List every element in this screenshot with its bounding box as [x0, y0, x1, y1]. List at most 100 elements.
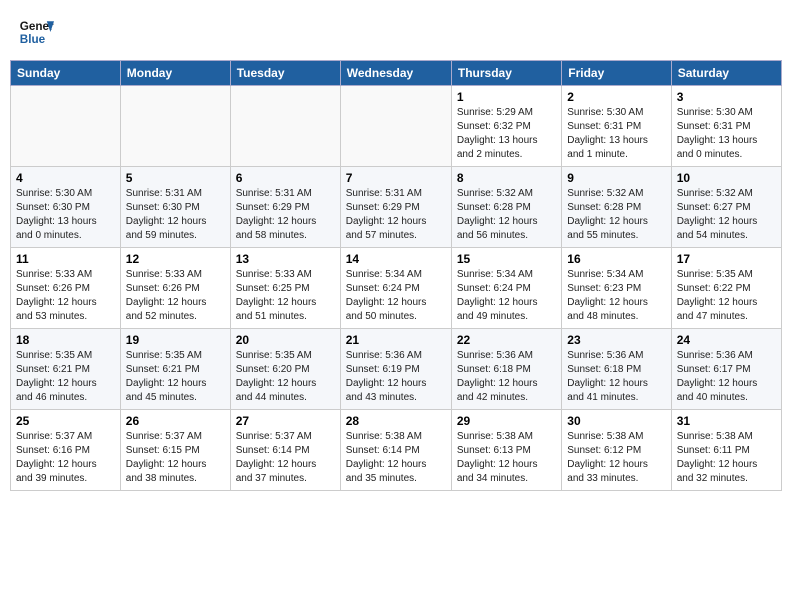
- calendar-cell: 1Sunrise: 5:29 AM Sunset: 6:32 PM Daylig…: [451, 86, 561, 167]
- calendar-cell: 14Sunrise: 5:34 AM Sunset: 6:24 PM Dayli…: [340, 248, 451, 329]
- day-info: Sunrise: 5:35 AM Sunset: 6:21 PM Dayligh…: [126, 349, 225, 405]
- day-info: Sunrise: 5:34 AM Sunset: 6:23 PM Dayligh…: [567, 268, 665, 324]
- day-info: Sunrise: 5:36 AM Sunset: 6:17 PM Dayligh…: [677, 349, 776, 405]
- calendar-cell: 9 Sunrise: 5:32 AM Sunset: 6:28 PM Daylig…: [562, 167, 671, 248]
- day-number: 25: [16, 414, 115, 428]
- day-info: Sunrise: 5:36 AM Sunset: 6:18 PM Dayligh…: [567, 349, 665, 405]
- day-info: Sunrise: 5:34 AM Sunset: 6:24 PM Dayligh…: [457, 268, 556, 324]
- day-info: Sunrise: 5:31 AM Sunset: 6:30 PM Dayligh…: [126, 187, 225, 243]
- logo: General Blue: [18, 14, 54, 50]
- logo-icon: General Blue: [18, 14, 54, 50]
- day-info: Sunrise: 5:32 AM Sunset: 6:27 PM Dayligh…: [677, 187, 776, 243]
- day-number: 29: [457, 414, 556, 428]
- calendar-week-4: 18 Sunrise: 5:35 AM Sunset: 6:21 PM Dayli…: [11, 329, 782, 410]
- calendar-cell: 24 Sunrise: 5:36 AM Sunset: 6:17 PM Dayli…: [671, 329, 781, 410]
- day-number: 28: [346, 414, 446, 428]
- calendar-cell: 7 Sunrise: 5:31 AM Sunset: 6:29 PM Daylig…: [340, 167, 451, 248]
- day-info: Sunrise: 5:33 AM Sunset: 6:26 PM Dayligh…: [16, 268, 115, 324]
- calendar-header-wednesday: Wednesday: [340, 61, 451, 86]
- calendar-cell: 15 Sunrise: 5:34 AM Sunset: 6:24 PM Dayli…: [451, 248, 561, 329]
- calendar-cell: 26 Sunrise: 5:37 AM Sunset: 6:15 PM Dayli…: [120, 410, 230, 491]
- calendar-cell: 19 Sunrise: 5:35 AM Sunset: 6:21 PM Dayli…: [120, 329, 230, 410]
- calendar-cell: 12Sunrise: 5:33 AM Sunset: 6:26 PM Dayli…: [120, 248, 230, 329]
- day-number: 20: [236, 333, 335, 347]
- calendar-cell: 18 Sunrise: 5:35 AM Sunset: 6:21 PM Dayli…: [11, 329, 121, 410]
- day-number: 10: [677, 171, 776, 185]
- calendar-header-friday: Friday: [562, 61, 671, 86]
- day-number: 9: [567, 171, 665, 185]
- day-number: 13: [236, 252, 335, 266]
- calendar-cell: 31 Sunrise: 5:38 AM Sunset: 6:11 PM Dayli…: [671, 410, 781, 491]
- day-info: Sunrise: 5:38 AM Sunset: 6:12 PM Dayligh…: [567, 430, 665, 486]
- calendar-table: SundayMondayTuesdayWednesdayThursdayFrid…: [10, 60, 782, 491]
- day-info: Sunrise: 5:38 AM Sunset: 6:11 PM Dayligh…: [677, 430, 776, 486]
- calendar-cell: 20 Sunrise: 5:35 AM Sunset: 6:20 PM Dayli…: [230, 329, 340, 410]
- calendar-cell: 2 Sunrise: 5:30 AM Sunset: 6:31 PM Daylig…: [562, 86, 671, 167]
- calendar-header-thursday: Thursday: [451, 61, 561, 86]
- day-number: 2: [567, 90, 665, 104]
- calendar-cell: 8Sunrise: 5:32 AM Sunset: 6:28 PM Daylig…: [451, 167, 561, 248]
- day-number: 26: [126, 414, 225, 428]
- calendar-cell: 17 Sunrise: 5:35 AM Sunset: 6:22 PM Dayli…: [671, 248, 781, 329]
- calendar-cell: 23 Sunrise: 5:36 AM Sunset: 6:18 PM Dayli…: [562, 329, 671, 410]
- calendar-week-2: 4Sunrise: 5:30 AM Sunset: 6:30 PM Daylig…: [11, 167, 782, 248]
- day-info: Sunrise: 5:36 AM Sunset: 6:19 PM Dayligh…: [346, 349, 446, 405]
- calendar-cell: 30 Sunrise: 5:38 AM Sunset: 6:12 PM Dayli…: [562, 410, 671, 491]
- day-info: Sunrise: 5:38 AM Sunset: 6:13 PM Dayligh…: [457, 430, 556, 486]
- svg-text:Blue: Blue: [20, 33, 46, 46]
- day-info: Sunrise: 5:29 AM Sunset: 6:32 PM Dayligh…: [457, 106, 556, 162]
- calendar-cell: 21Sunrise: 5:36 AM Sunset: 6:19 PM Dayli…: [340, 329, 451, 410]
- day-number: 23: [567, 333, 665, 347]
- calendar-cell: 27 Sunrise: 5:37 AM Sunset: 6:14 PM Dayli…: [230, 410, 340, 491]
- day-number: 5: [126, 171, 225, 185]
- calendar-header-monday: Monday: [120, 61, 230, 86]
- calendar-week-3: 11 Sunrise: 5:33 AM Sunset: 6:26 PM Dayli…: [11, 248, 782, 329]
- day-info: Sunrise: 5:35 AM Sunset: 6:21 PM Dayligh…: [16, 349, 115, 405]
- day-info: Sunrise: 5:32 AM Sunset: 6:28 PM Dayligh…: [457, 187, 556, 243]
- day-info: Sunrise: 5:38 AM Sunset: 6:14 PM Dayligh…: [346, 430, 446, 486]
- calendar-cell: [120, 86, 230, 167]
- day-number: 19: [126, 333, 225, 347]
- day-info: Sunrise: 5:31 AM Sunset: 6:29 PM Dayligh…: [346, 187, 446, 243]
- day-number: 30: [567, 414, 665, 428]
- day-number: 22: [457, 333, 556, 347]
- calendar-cell: 11 Sunrise: 5:33 AM Sunset: 6:26 PM Dayli…: [11, 248, 121, 329]
- calendar-cell: 13 Sunrise: 5:33 AM Sunset: 6:25 PM Dayli…: [230, 248, 340, 329]
- day-number: 31: [677, 414, 776, 428]
- day-number: 3: [677, 90, 776, 104]
- day-number: 7: [346, 171, 446, 185]
- day-info: Sunrise: 5:33 AM Sunset: 6:25 PM Dayligh…: [236, 268, 335, 324]
- calendar-cell: 6 Sunrise: 5:31 AM Sunset: 6:29 PM Daylig…: [230, 167, 340, 248]
- day-number: 6: [236, 171, 335, 185]
- day-number: 11: [16, 252, 115, 266]
- day-info: Sunrise: 5:33 AM Sunset: 6:26 PM Dayligh…: [126, 268, 225, 324]
- day-number: 16: [567, 252, 665, 266]
- day-number: 14: [346, 252, 446, 266]
- day-info: Sunrise: 5:30 AM Sunset: 6:30 PM Dayligh…: [16, 187, 115, 243]
- day-number: 15: [457, 252, 556, 266]
- day-info: Sunrise: 5:35 AM Sunset: 6:22 PM Dayligh…: [677, 268, 776, 324]
- calendar-cell: [230, 86, 340, 167]
- calendar-header-tuesday: Tuesday: [230, 61, 340, 86]
- day-number: 27: [236, 414, 335, 428]
- calendar-cell: 25Sunrise: 5:37 AM Sunset: 6:16 PM Dayli…: [11, 410, 121, 491]
- calendar-cell: [11, 86, 121, 167]
- day-info: Sunrise: 5:30 AM Sunset: 6:31 PM Dayligh…: [677, 106, 776, 162]
- calendar-cell: [340, 86, 451, 167]
- calendar-week-1: 1Sunrise: 5:29 AM Sunset: 6:32 PM Daylig…: [11, 86, 782, 167]
- day-number: 24: [677, 333, 776, 347]
- page-header: General Blue: [10, 10, 782, 54]
- day-info: Sunrise: 5:30 AM Sunset: 6:31 PM Dayligh…: [567, 106, 665, 162]
- day-number: 18: [16, 333, 115, 347]
- day-info: Sunrise: 5:31 AM Sunset: 6:29 PM Dayligh…: [236, 187, 335, 243]
- calendar-cell: 10 Sunrise: 5:32 AM Sunset: 6:27 PM Dayli…: [671, 167, 781, 248]
- day-number: 17: [677, 252, 776, 266]
- calendar-cell: 16 Sunrise: 5:34 AM Sunset: 6:23 PM Dayli…: [562, 248, 671, 329]
- day-info: Sunrise: 5:35 AM Sunset: 6:20 PM Dayligh…: [236, 349, 335, 405]
- day-info: Sunrise: 5:32 AM Sunset: 6:28 PM Dayligh…: [567, 187, 665, 243]
- calendar-body: 1Sunrise: 5:29 AM Sunset: 6:32 PM Daylig…: [11, 86, 782, 491]
- calendar-cell: 29 Sunrise: 5:38 AM Sunset: 6:13 PM Dayli…: [451, 410, 561, 491]
- day-info: Sunrise: 5:37 AM Sunset: 6:15 PM Dayligh…: [126, 430, 225, 486]
- calendar-header-row: SundayMondayTuesdayWednesdayThursdayFrid…: [11, 61, 782, 86]
- day-info: Sunrise: 5:37 AM Sunset: 6:14 PM Dayligh…: [236, 430, 335, 486]
